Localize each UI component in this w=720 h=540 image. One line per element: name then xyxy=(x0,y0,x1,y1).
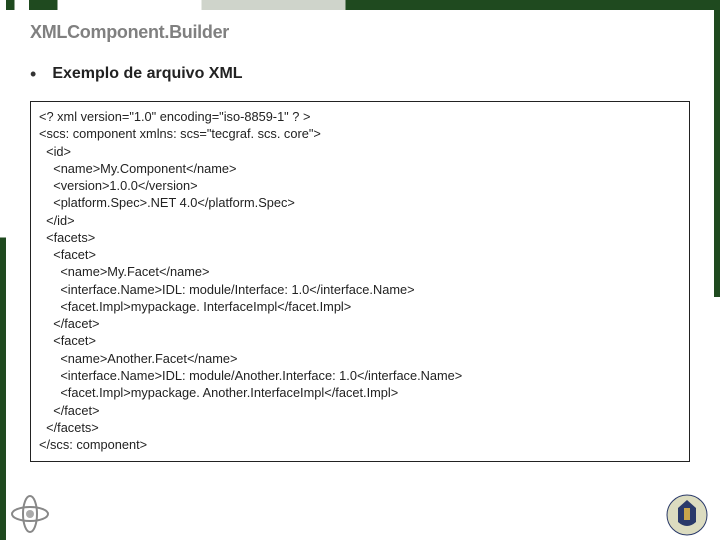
subtitle-row: • Exemplo de arquivo XML xyxy=(30,65,690,83)
slide-subtitle: Exemplo de arquivo XML xyxy=(52,65,242,83)
decorative-top-border xyxy=(0,0,720,10)
slide-title: XMLComponent.Builder xyxy=(30,22,690,43)
university-crest-icon xyxy=(666,494,708,536)
xml-code-block: <? xml version="1.0" encoding="iso-8859-… xyxy=(30,101,690,462)
scs-logo-icon xyxy=(10,494,50,534)
bullet-icon: • xyxy=(30,65,36,83)
decorative-right-border xyxy=(714,0,720,540)
slide-content: XMLComponent.Builder • Exemplo de arquiv… xyxy=(30,22,690,520)
decorative-left-border xyxy=(0,0,6,540)
